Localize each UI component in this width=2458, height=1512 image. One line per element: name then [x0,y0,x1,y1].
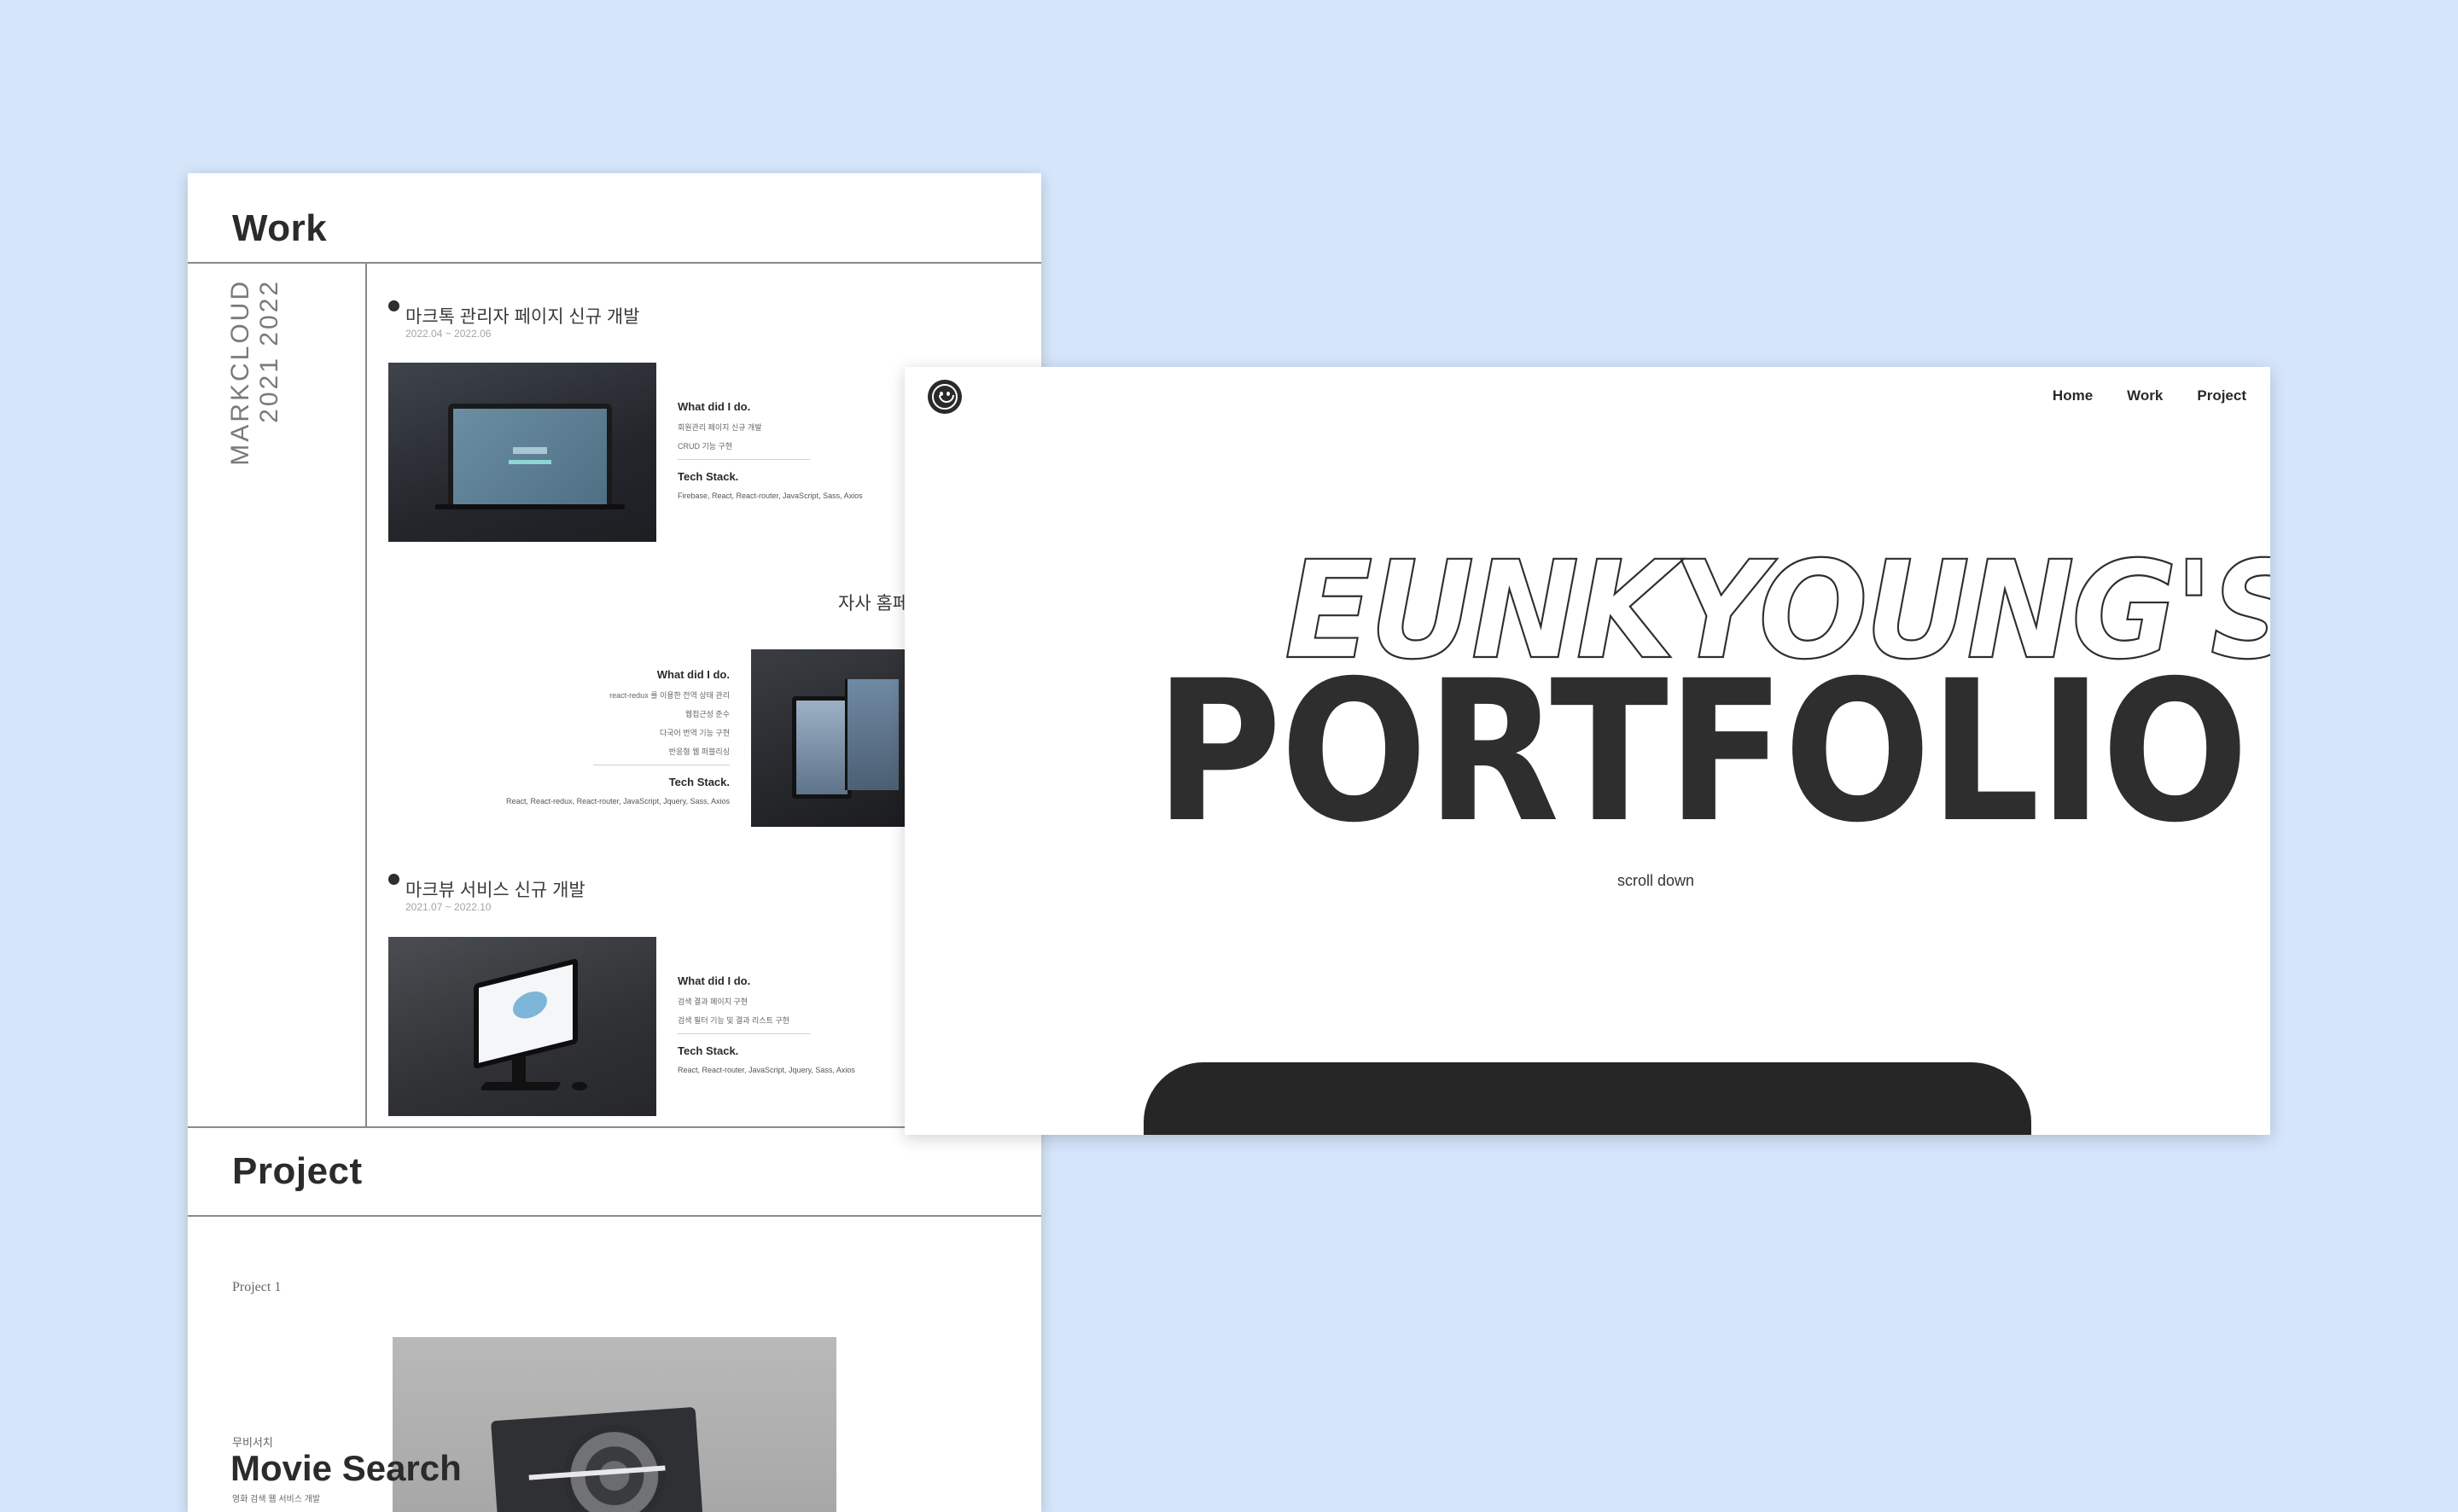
stack-label: Tech Stack. [668,776,730,788]
desktop-mockup-image [388,937,656,1116]
company-column: MARKCLOUD 2021 2022 [188,262,367,1128]
project-section-header: Project [188,1126,1041,1217]
entry-details: What did I do. 회원관리 페이지 신규 개발 CRUD 기능 구현… [678,400,865,500]
project-title: Project [232,1150,363,1192]
dark-showcase-card [1144,1062,2031,1135]
what-line: 회원관리 페이지 신규 개발 [678,423,762,432]
what-line: CRUD 기능 구현 [678,442,733,451]
what-line: 다국어 번역 기능 구현 [659,729,730,737]
what-line: react-redux 를 이용한 전역 상태 관리 [609,691,730,700]
entry-date: 2022.04 ~ 2022.06 [405,328,492,340]
entry-title: 자사 홈페 [838,594,910,614]
stack-text: React, React-router, JavaScript, Jquery,… [678,1066,855,1074]
what-line: 검색 결과 페이지 구현 [678,997,748,1006]
work-section-header: Work [188,173,1041,264]
entry-details: What did I do. react-redux 를 이용한 전역 상태 관… [469,668,730,805]
dot-icon [388,300,399,311]
company-label: MARKCLOUD 2021 2022 [226,279,286,535]
what-line: 검색 필터 기능 및 결과 리스트 구현 [678,1016,789,1025]
project-description: 영화 검색 웹 서비스 개발 [232,1495,321,1504]
dot-icon [388,874,399,885]
work-title: Work [232,207,328,249]
stack-text: Firebase, React, React-router, JavaScrip… [678,491,863,500]
home-page-preview: Home Work Project EUNKYOUNG'S PORTFOLIO … [905,367,2270,1135]
imac-mockup-image [751,649,909,827]
what-label: What did I do. [678,974,751,987]
entry-title: 마크톡 관리자 페이지 신규 개발 [405,307,640,327]
what-line: 웹접근성 준수 [684,710,730,718]
company-years: 2021 2022 [255,279,283,423]
project-number-label: Project 1 [232,1280,282,1294]
project-name: Movie Search [230,1448,462,1488]
scroll-down-label[interactable]: scroll down [973,872,2270,890]
what-label: What did I do. [656,668,730,681]
what-line: 반응형 웹 퍼블리싱 [668,747,730,756]
entry-details: What did I do. 검색 결과 페이지 구현 검색 필터 기능 및 결… [678,974,865,1074]
entry-date: 2021.07 ~ 2022.10 [405,901,492,913]
scroll-down-text: scroll down [1616,872,1695,889]
what-label: What did I do. [678,400,751,413]
laptop-mockup-image [388,363,656,542]
entry-title: 마크뷰 서비스 신규 개발 [405,881,585,900]
hero-headline: EUNKYOUNG'S PORTFOLIO [1155,532,2270,865]
stack-text: React, React-redux, React-router, JavaSc… [506,797,730,805]
company-name: MARKCLOUD [226,279,254,466]
headline-solid-text: PORTFOLIO [1155,638,2247,865]
stack-label: Tech Stack. [678,470,739,483]
stack-label: Tech Stack. [678,1044,739,1057]
